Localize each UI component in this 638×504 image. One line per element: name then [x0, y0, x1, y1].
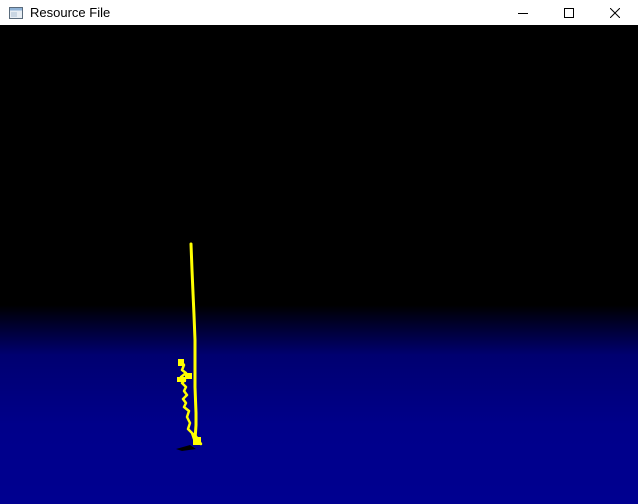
- yellow-pole-line: [189, 242, 198, 442]
- app-window: Resource File: [0, 0, 638, 504]
- title-bar[interactable]: Resource File: [0, 0, 638, 25]
- maximize-button[interactable]: [546, 0, 592, 25]
- window-controls: [500, 0, 638, 25]
- close-button[interactable]: [592, 0, 638, 25]
- scene-canvas: [176, 242, 203, 451]
- window-title: Resource File: [30, 4, 111, 20]
- yellow-blob-base: [193, 437, 201, 445]
- minimize-button[interactable]: [500, 0, 546, 25]
- shadow-shape: [176, 445, 196, 451]
- maximize-icon: [564, 7, 574, 18]
- yellow-blob-mid: [177, 377, 186, 382]
- render-viewport[interactable]: [0, 25, 638, 504]
- yellow-blob-top: [178, 359, 184, 366]
- app-icon: [9, 6, 23, 19]
- minimize-icon: [518, 12, 528, 14]
- close-icon: [610, 7, 620, 18]
- yellow-blob-joint: [185, 373, 192, 379]
